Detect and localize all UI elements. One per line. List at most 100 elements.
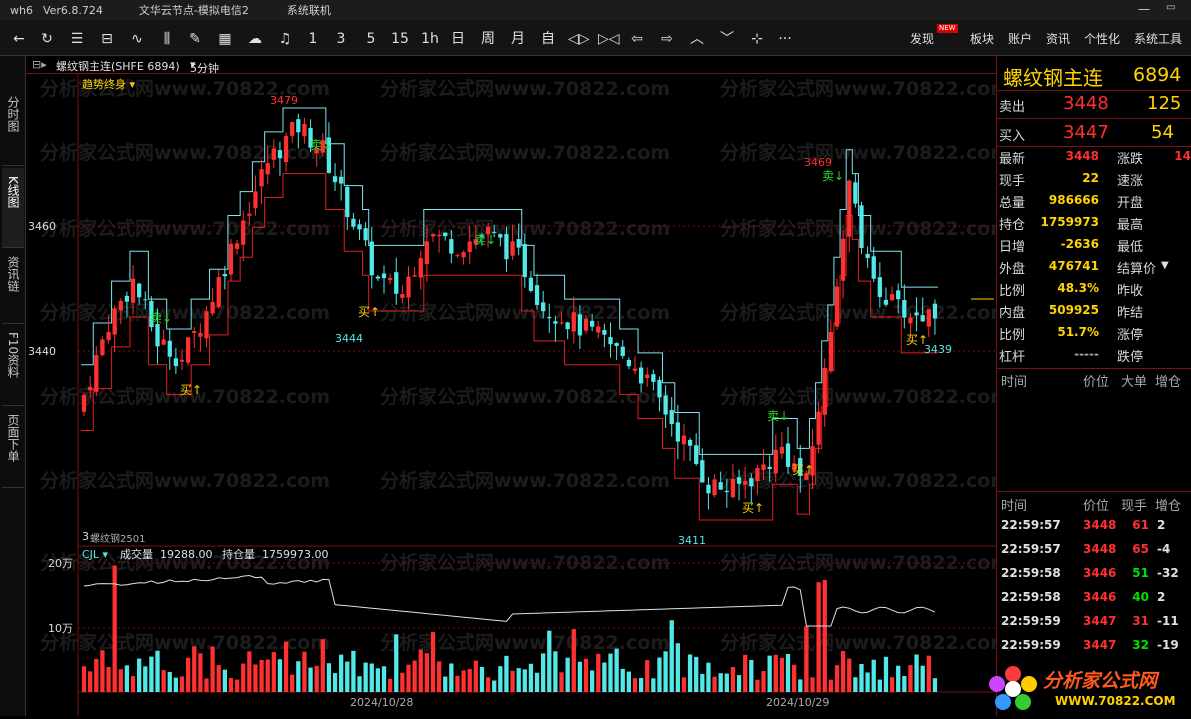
volume-bar [100, 650, 105, 692]
buy-signal: 买↑ [906, 333, 928, 347]
trend-stop-lines [81, 107, 938, 521]
period-3[interactable]: 3 [334, 30, 348, 48]
quote-board-icon[interactable]: ▦ [216, 30, 234, 48]
tab-f10[interactable]: F10资料 [2, 326, 24, 406]
tab-kline[interactable]: K线图 [2, 168, 24, 248]
back-icon[interactable]: ← [10, 30, 28, 48]
volume-bar [247, 651, 252, 692]
candle-body [743, 481, 748, 485]
stat-value: 1759973 [1040, 215, 1099, 229]
kline-chart[interactable]: 3460 3440 20万 10万 趋势终身 ▾ 3479 3444 3469 … [26, 74, 996, 716]
minimize-icon[interactable]: — [1138, 2, 1150, 16]
maximize-icon[interactable]: ▭ [1166, 2, 1175, 13]
tick-price: 3446 [1083, 566, 1117, 580]
candle-body [339, 176, 344, 184]
contract-switch-icon[interactable]: ⊟▸ [32, 58, 47, 71]
y-tick-3440: 3440 [28, 345, 56, 358]
menu-sector[interactable]: 板块 [970, 30, 994, 47]
collapse-icon[interactable]: ▷◁ [598, 30, 620, 48]
buy-signal: 买↑ [742, 501, 764, 515]
tick-volume: 32 [1132, 638, 1149, 652]
draw-tool-icon[interactable]: ✎ [186, 30, 204, 48]
bell-icon[interactable]: ♫ [276, 30, 294, 48]
period-selector[interactable]: 5分钟 ▾ [190, 58, 219, 75]
volume-bar [853, 677, 858, 692]
candle-body [614, 343, 619, 346]
ask-price[interactable]: 3448 [1063, 93, 1109, 114]
candle-icon[interactable]: ⫼ [158, 30, 176, 48]
period-custom[interactable]: 自 [540, 30, 556, 48]
next-icon[interactable]: ⇨ [658, 30, 676, 48]
period-15[interactable]: 15 [390, 30, 410, 48]
bid-price[interactable]: 3447 [1063, 122, 1109, 143]
period-week[interactable]: 周 [480, 30, 496, 48]
indicator-selector[interactable]: 趋势终身 ▾ [82, 77, 135, 91]
volume-bar [198, 653, 203, 692]
volume-bar [339, 654, 344, 692]
period-1[interactable]: 1 [306, 30, 320, 48]
volume-bar [210, 646, 215, 692]
stat-value: 986666 [1048, 193, 1099, 207]
line-chart-icon[interactable]: ∿ [128, 30, 146, 48]
menu-news[interactable]: 资讯 [1046, 30, 1070, 47]
volume-bar [657, 657, 662, 692]
tick-time: 22:59:59 [1001, 638, 1061, 652]
volume-bar [430, 631, 436, 692]
big-order-header-oi: 增仓 [1155, 375, 1182, 390]
tab-page-order[interactable]: 页面下单 [2, 408, 24, 488]
expand-icon[interactable]: ◁▷ [568, 30, 590, 48]
period-1h[interactable]: 1h [420, 30, 440, 48]
volume-indicator-selector[interactable]: CJL ▾ [82, 548, 109, 561]
more-icon[interactable]: ··· [776, 30, 794, 48]
menu-account[interactable]: 账户 [1008, 30, 1032, 47]
tab-news-link[interactable]: 资讯链 [2, 250, 24, 324]
menu-discover[interactable]: 发现 [910, 30, 934, 47]
divider [997, 368, 1191, 369]
tab-minute-chart[interactable]: 分时图 [2, 92, 24, 166]
refresh-icon[interactable]: ↻ [38, 30, 56, 48]
volume-bar [675, 643, 680, 692]
toolbar: ← ↻ ☰ ⊟ ∿ ⫼ ✎ ▦ ☁ ♫ 1 3 5 15 1h 日 周 月 自 … [0, 20, 1191, 56]
candle-body [528, 277, 534, 291]
volume-bar [859, 663, 864, 692]
up-icon[interactable]: ︿ [688, 30, 706, 48]
volume-bar [510, 670, 515, 692]
volume-bar [449, 663, 454, 692]
period-5[interactable]: 5 [364, 30, 378, 48]
volume-bar [871, 659, 876, 692]
down-icon[interactable]: ﹀ [718, 30, 736, 48]
volume-bar [179, 676, 185, 692]
period-day[interactable]: 日 [450, 30, 466, 48]
volume-bar [553, 651, 558, 692]
buy-signal: 买↑ [180, 383, 202, 397]
stat-label: 跌停 [1117, 350, 1144, 365]
volume-bar [302, 651, 307, 692]
stat-value: 14 [1174, 149, 1191, 163]
minute-chart-icon[interactable]: ⊟ [98, 30, 116, 48]
candle-body [565, 322, 570, 330]
menu-system-tools[interactable]: 系统工具 [1134, 30, 1182, 47]
menu-personalize[interactable]: 个性化 [1084, 30, 1120, 47]
y-tick-20w: 20万 [48, 557, 73, 570]
quote-panel: 螺纹钢主连 6894 卖出 3448 125 买入 3447 54 最新 3448… [996, 56, 1191, 716]
candle-body [357, 224, 362, 230]
tick-time: 22:59:57 [1001, 542, 1061, 556]
volume-bar [755, 679, 760, 692]
volume-bar [681, 677, 687, 692]
candle-body [785, 443, 791, 467]
volume-bar [467, 668, 472, 692]
volume-bar [840, 651, 846, 692]
volume-bar [534, 672, 540, 692]
candle-body [510, 241, 515, 256]
ask-label: 卖出 [999, 100, 1026, 115]
tab-label: 页面下单 [6, 414, 20, 462]
list-icon[interactable]: ☰ [68, 30, 86, 48]
crosshair-icon[interactable]: ⊹ [748, 30, 766, 48]
candle-body [902, 300, 907, 318]
cloud-icon[interactable]: ☁ [246, 30, 264, 48]
volume-bar [498, 666, 503, 692]
settlement-dropdown-icon[interactable]: ▼ [1161, 260, 1169, 271]
prev-icon[interactable]: ⇦ [628, 30, 646, 48]
period-month[interactable]: 月 [510, 30, 526, 48]
volume-bar [730, 667, 736, 692]
